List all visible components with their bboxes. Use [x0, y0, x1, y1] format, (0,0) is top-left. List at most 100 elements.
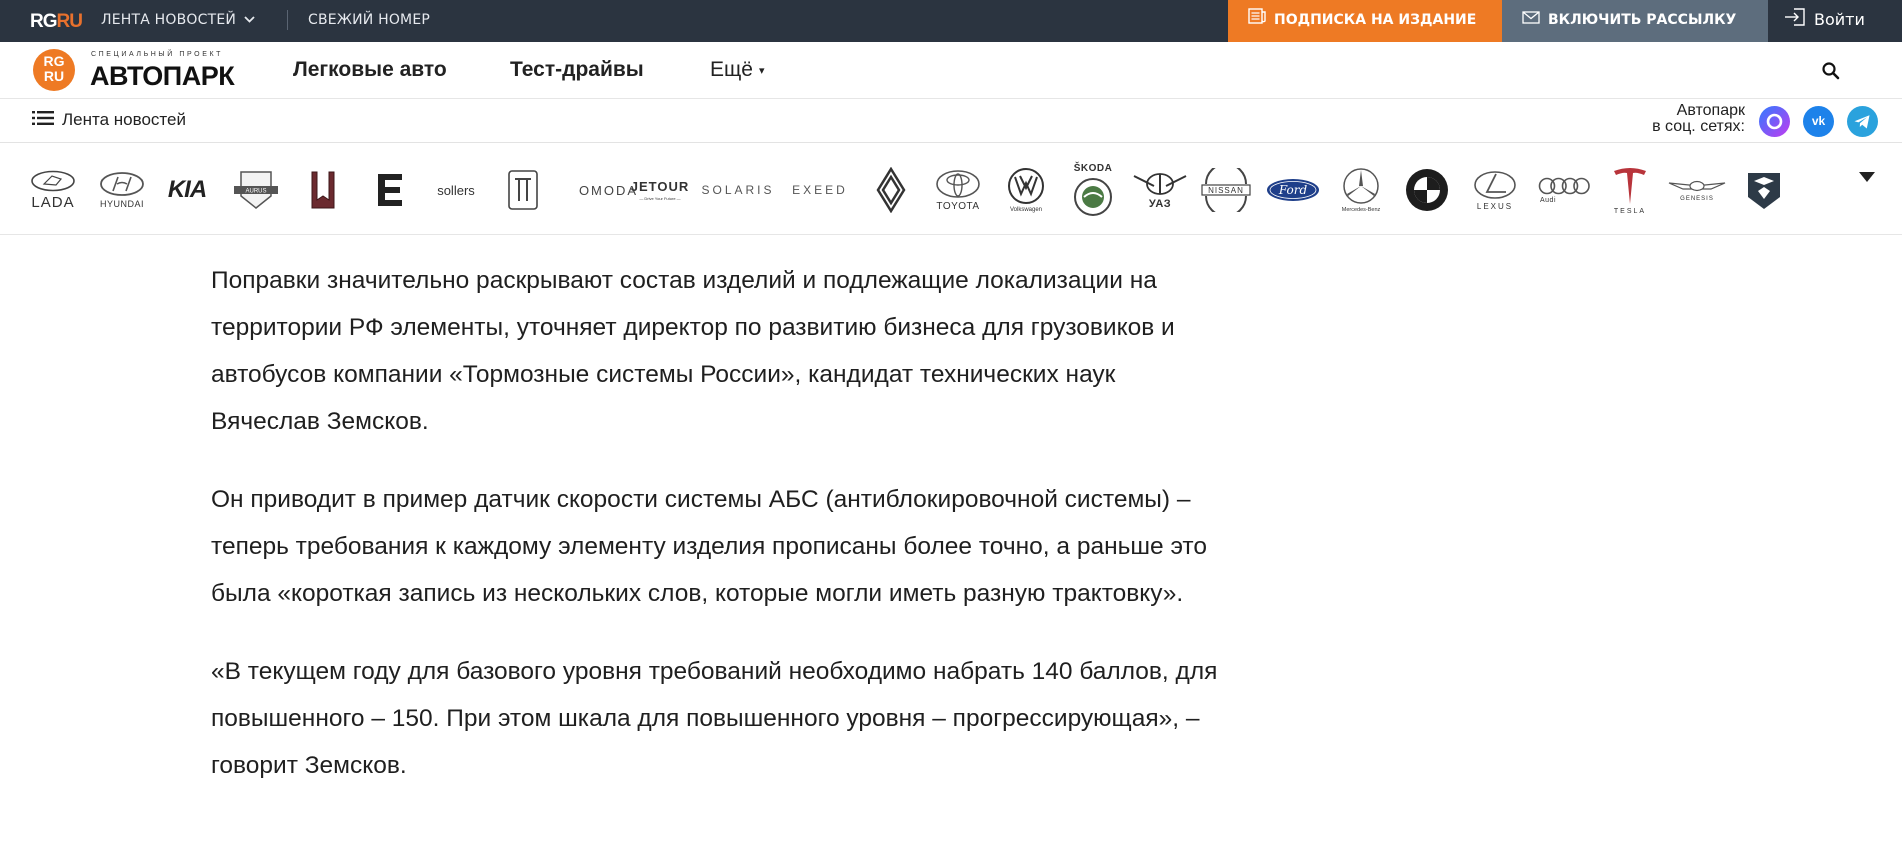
- brand-mercedes[interactable]: Mercedes-Benz: [1334, 157, 1388, 223]
- news-feed-menu[interactable]: Лента новостей: [32, 109, 186, 132]
- site-header: RG RU СПЕЦИАЛЬНЫЙ ПРОЕКТ АВТОПАРК Легков…: [0, 42, 1902, 99]
- fresh-issue-link[interactable]: СВЕЖИЙ НОМЕР: [308, 0, 430, 42]
- brand-tesla[interactable]: TESLA: [1606, 157, 1654, 223]
- brand-audi[interactable]: Audi: [1536, 157, 1592, 223]
- tesla-label: TESLA: [1613, 207, 1647, 215]
- audi-label: Audi: [1540, 196, 1557, 204]
- toyota-logo-icon: [936, 169, 980, 198]
- login-button[interactable]: Войти: [1768, 0, 1902, 42]
- brand-hyundai[interactable]: HYUNDAI: [94, 157, 150, 223]
- news-feed-menu-label: Лента новостей: [62, 109, 186, 129]
- logo-badge-line1: RG: [43, 53, 65, 69]
- social-label-line1: Автопарк: [1676, 102, 1745, 119]
- logo-ru-text: RU: [56, 11, 83, 32]
- login-label: Войти: [1814, 10, 1865, 29]
- mercedes-label: Mercedes-Benz: [1341, 207, 1381, 213]
- brand-lada[interactable]: LADA: [27, 157, 79, 223]
- list-menu-icon: [32, 109, 54, 132]
- logo-badge-line2: RU: [43, 68, 65, 84]
- brand-solaris[interactable]: SOLARIS: [698, 157, 778, 223]
- exeed-label: EXEED: [792, 183, 848, 197]
- aurus-logo-icon: AURUS: [234, 171, 278, 209]
- brand-genesis[interactable]: GENESIS: [1665, 157, 1729, 223]
- nav-more-label: Ещё: [710, 58, 753, 81]
- rg-ru-logo[interactable]: RGRU: [30, 11, 83, 33]
- search-icon[interactable]: [1820, 60, 1842, 82]
- brand-kia[interactable]: KIA: [159, 157, 215, 223]
- nissan-label: NISSAN: [1208, 186, 1244, 195]
- aurus-label: AURUS: [245, 189, 266, 195]
- tenet-logo-icon: [508, 170, 538, 210]
- genesis-label: GENESIS: [1680, 196, 1714, 202]
- genesis-logo-icon: [1668, 180, 1726, 192]
- autopark-logo-badge[interactable]: RG RU: [33, 49, 75, 91]
- brand-toyota[interactable]: TOYOTA: [930, 157, 986, 223]
- uaz-label: УАЗ: [1148, 198, 1172, 210]
- newsletter-label: ВКЛЮЧИТЬ РАССЫЛКУ: [1548, 12, 1737, 28]
- chevron-down-icon: [244, 1, 255, 41]
- kia-label: KIA: [167, 176, 207, 203]
- solaris-label: SOLARIS: [701, 183, 775, 197]
- article-body: Поправки значительно раскрывают состав и…: [211, 257, 1231, 820]
- gaz-logo-icon: [1748, 173, 1780, 209]
- lexus-label: LEXUS: [1476, 201, 1514, 211]
- skoda-label: ŠKODA: [1073, 163, 1113, 174]
- moskvich-logo-icon: [311, 171, 335, 209]
- volkswagen-logo-icon: [1008, 168, 1044, 204]
- article-paragraph: Он приводит в пример датчик скорости сис…: [211, 486, 1207, 607]
- lexus-logo-icon: [1474, 170, 1516, 199]
- brand-aurus[interactable]: AURUS: [229, 157, 283, 223]
- article-paragraph: Поправки значительно раскрывают состав и…: [211, 267, 1175, 435]
- mercedes-logo-icon: [1343, 168, 1379, 204]
- ford-label: Ford: [1278, 183, 1308, 197]
- vk-icon[interactable]: vk: [1803, 106, 1834, 137]
- social-networks-label: Автопарк в соц. сетях:: [1652, 103, 1745, 135]
- caret-down-icon: ▾: [758, 64, 765, 77]
- brand-volkswagen[interactable]: Volkswagen: [1002, 157, 1050, 223]
- triangle-down-icon[interactable]: [1858, 169, 1876, 183]
- social-label-line2: в соц. сетях:: [1652, 118, 1745, 135]
- brand-evolute[interactable]: [372, 157, 408, 223]
- nav-more-dropdown[interactable]: Ещё ▾: [710, 58, 765, 82]
- skoda-logo-icon: [1074, 178, 1112, 216]
- brand-bmw[interactable]: [1404, 157, 1450, 223]
- brand-jetour[interactable]: JETOUR — Drive Your Future —: [628, 157, 692, 223]
- uaz-logo-icon: [1133, 173, 1187, 195]
- special-project-label: СПЕЦИАЛЬНЫЙ ПРОЕКТ: [91, 51, 224, 58]
- newspaper-icon: [1248, 0, 1266, 40]
- toyota-label: TOYOTA: [936, 200, 980, 212]
- brand-ford[interactable]: Ford: [1265, 157, 1321, 223]
- brand-exeed[interactable]: EXEED: [787, 157, 853, 223]
- brand-skoda[interactable]: ŠKODA: [1068, 157, 1118, 223]
- volkswagen-label: Volkswagen: [1009, 207, 1043, 213]
- sollers-label: sollers: [437, 182, 475, 198]
- brand-tenet[interactable]: [505, 157, 541, 223]
- brand-nissan[interactable]: NISSAN: [1198, 157, 1254, 223]
- brand-uaz[interactable]: УАЗ: [1131, 157, 1189, 223]
- news-feed-label: ЛЕНТА НОВОСТЕЙ: [101, 12, 237, 28]
- telegram-icon[interactable]: [1847, 106, 1878, 137]
- autopark-title[interactable]: АВТОПАРК: [90, 61, 235, 92]
- subscribe-button[interactable]: ПОДПИСКА НА ИЗДАНИЕ: [1228, 0, 1502, 42]
- hyundai-label: HYUNDAI: [99, 199, 144, 209]
- article-paragraph: «В текущем году для базового уровня треб…: [211, 658, 1218, 779]
- jetour-tagline: — Drive Your Future —: [639, 196, 681, 201]
- logo-rg-text: RG: [30, 11, 57, 32]
- brand-renault[interactable]: [873, 157, 909, 223]
- newsletter-button[interactable]: ВКЛЮЧИТЬ РАССЫЛКУ: [1502, 0, 1768, 42]
- subscribe-label: ПОДПИСКА НА ИЗДАНИЕ: [1274, 12, 1477, 28]
- brand-sollers[interactable]: sollers: [424, 157, 488, 223]
- brand-lexus[interactable]: LEXUS: [1468, 157, 1522, 223]
- evolute-logo-icon: [378, 174, 402, 206]
- divider: [287, 10, 288, 30]
- nav-passenger-cars[interactable]: Легковые авто: [293, 58, 447, 82]
- nissan-logo-icon: NISSAN: [1201, 168, 1251, 212]
- brand-moskvich[interactable]: [304, 157, 342, 223]
- sub-header: Лента новостей Автопарк в соц. сетях: vk: [0, 99, 1902, 143]
- lada-label: LADA: [31, 193, 75, 211]
- nav-test-drives[interactable]: Тест-драйвы: [510, 58, 644, 82]
- news-feed-dropdown[interactable]: ЛЕНТА НОВОСТЕЙ: [101, 0, 255, 42]
- max-messenger-icon[interactable]: [1759, 106, 1790, 137]
- brand-gaz[interactable]: [1742, 157, 1786, 223]
- ford-logo-icon: Ford: [1267, 179, 1319, 201]
